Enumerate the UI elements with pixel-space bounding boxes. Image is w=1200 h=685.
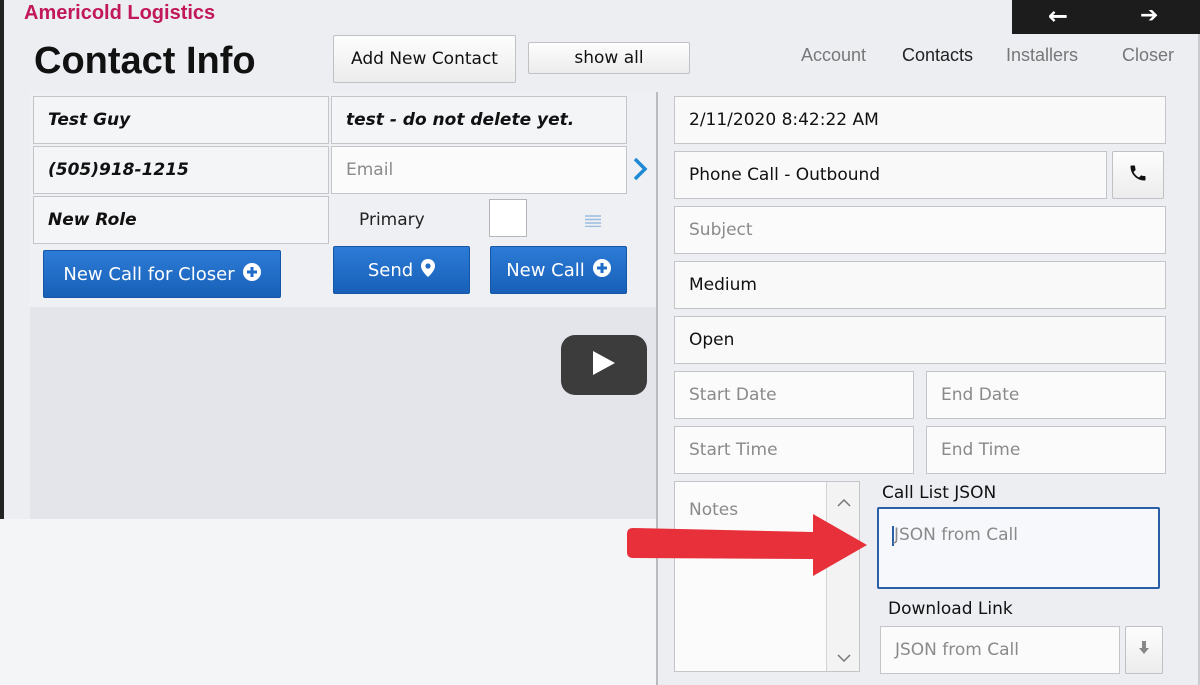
- tab-contacts[interactable]: Contacts: [902, 45, 973, 66]
- scroll-up-icon[interactable]: [837, 492, 851, 511]
- end-time-field[interactable]: End Time: [926, 426, 1166, 474]
- new-call-for-closer-button[interactable]: New Call for Closer: [43, 250, 281, 298]
- tab-closer[interactable]: Closer: [1122, 45, 1174, 66]
- list-icon[interactable]: [585, 212, 601, 228]
- priority-field[interactable]: Medium: [674, 261, 1166, 309]
- download-link-label: Download Link: [888, 599, 1013, 619]
- video-play-button[interactable]: [561, 335, 647, 395]
- subject-field[interactable]: Subject: [674, 206, 1166, 254]
- page-title: Contact Info: [34, 40, 256, 82]
- phone-button[interactable]: [1112, 151, 1164, 199]
- add-new-contact-button[interactable]: Add New Contact: [333, 35, 516, 83]
- contact-role-field[interactable]: New Role: [33, 196, 329, 244]
- send-label: Send: [367, 259, 414, 281]
- start-time-field[interactable]: Start Time: [674, 426, 914, 474]
- contact-phone-field[interactable]: (505)918-1215: [33, 146, 329, 194]
- play-icon: [593, 351, 615, 379]
- new-call-label: New Call: [506, 259, 585, 281]
- call-list-json-label: Call List JSON: [882, 483, 997, 503]
- download-icon: [1139, 640, 1149, 660]
- annotation-arrow: [627, 514, 869, 580]
- nav-arrows-bar: [1012, 0, 1200, 34]
- primary-checkbox[interactable]: [489, 199, 527, 237]
- chevron-right-icon[interactable]: [632, 156, 648, 186]
- plus-circle-icon: [592, 258, 611, 282]
- back-arrow-icon[interactable]: ←: [1048, 2, 1068, 30]
- primary-label: Primary: [359, 210, 425, 230]
- company-name: Americold Logistics: [24, 2, 216, 24]
- start-date-field[interactable]: Start Date: [674, 371, 914, 419]
- tab-installers[interactable]: Installers: [1006, 45, 1078, 66]
- map-pin-icon: [421, 258, 436, 282]
- forward-arrow-icon[interactable]: ➔: [1140, 3, 1158, 28]
- download-button[interactable]: [1125, 626, 1163, 674]
- show-all-button[interactable]: show all: [528, 42, 690, 74]
- phone-icon: [1128, 163, 1148, 188]
- contact-note-field[interactable]: test - do not delete yet.: [331, 96, 627, 144]
- contact-name-field[interactable]: Test Guy: [33, 96, 329, 144]
- new-call-for-closer-label: New Call for Closer: [63, 263, 235, 285]
- call-list-json-textarea[interactable]: JSON from Call: [877, 507, 1160, 589]
- new-call-button[interactable]: New Call: [490, 246, 627, 294]
- scroll-down-icon[interactable]: [837, 648, 851, 667]
- call-datetime-field[interactable]: 2/11/2020 8:42:22 AM: [674, 96, 1166, 144]
- tab-account[interactable]: Account: [801, 45, 866, 66]
- send-button[interactable]: Send: [333, 246, 470, 294]
- end-date-field[interactable]: End Date: [926, 371, 1166, 419]
- download-link-field[interactable]: JSON from Call: [880, 626, 1120, 674]
- call-list-json-placeholder: JSON from Call: [894, 525, 1019, 545]
- plus-circle-icon: [242, 262, 261, 286]
- lower-blank-area: [0, 519, 656, 685]
- email-field[interactable]: Email: [331, 146, 627, 194]
- status-field[interactable]: Open: [674, 316, 1166, 364]
- call-type-field[interactable]: Phone Call - Outbound: [674, 151, 1107, 199]
